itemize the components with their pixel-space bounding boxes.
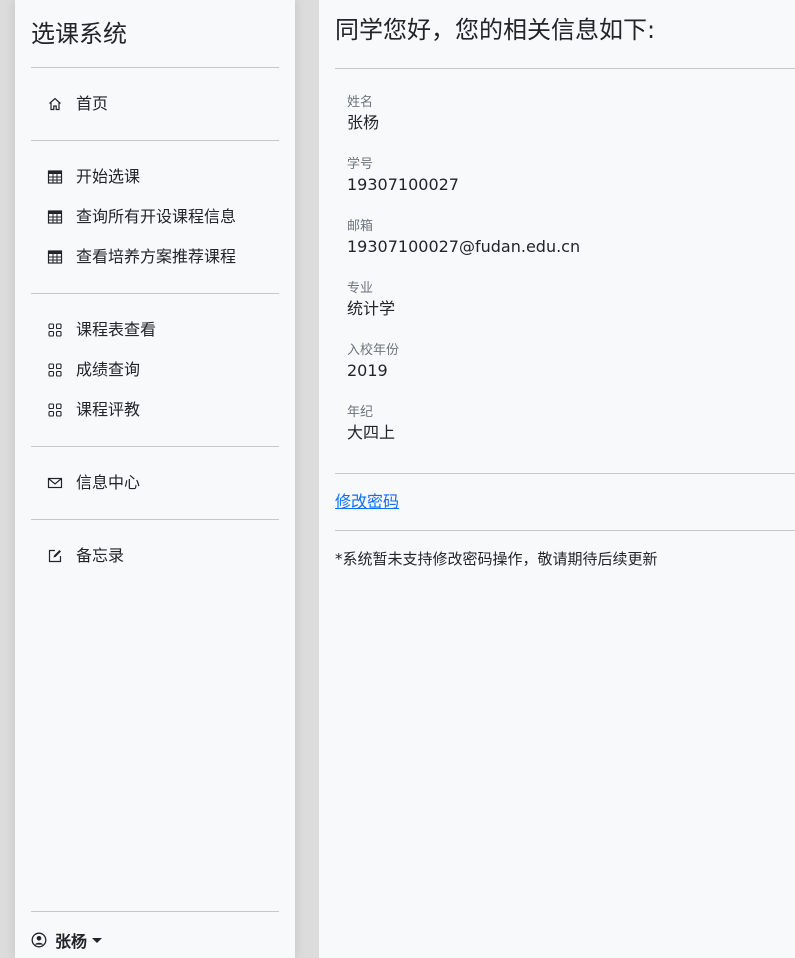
table-icon: [47, 249, 63, 265]
divider: [335, 68, 795, 69]
sidebar: 选课系统 首页 开始选课 查询所有开设课程信息 查看培养方案推荐课程 课程表查看: [15, 0, 295, 958]
nav-label: 首页: [76, 94, 109, 113]
nav-item-memo[interactable]: 备忘录: [31, 538, 279, 574]
field-value-name: 张杨: [347, 113, 380, 132]
caret-down-icon: [92, 937, 103, 943]
user-dropdown[interactable]: 张杨: [31, 925, 103, 955]
nav-item-grades[interactable]: 成绩查询: [31, 352, 279, 388]
envelope-icon: [47, 475, 63, 491]
grid-icon: [47, 402, 63, 418]
nav-label: 备忘录: [76, 546, 125, 565]
grid-icon: [47, 362, 63, 378]
field-value-student-id: 19307100027: [347, 175, 459, 194]
nav-item-timetable[interactable]: 课程表查看: [31, 312, 279, 348]
field-label-enrollment-year: 入校年份: [347, 343, 400, 358]
user-name: 张杨: [55, 932, 88, 951]
app-brand[interactable]: 选课系统: [31, 16, 127, 52]
nav-item-course-evaluation[interactable]: 课程评教: [31, 392, 279, 428]
nav-label: 课程表查看: [76, 320, 157, 339]
nav-label: 信息中心: [76, 473, 141, 492]
field-value-grade: 大四上: [347, 423, 396, 442]
nav-label: 成绩查询: [76, 360, 141, 379]
divider: [31, 911, 279, 912]
nav-label: 查看培养方案推荐课程: [76, 247, 237, 266]
divider: [335, 530, 795, 531]
divider: [31, 446, 279, 447]
field-label-name: 姓名: [347, 95, 374, 110]
field-label-major: 专业: [347, 281, 374, 296]
home-icon: [47, 96, 63, 112]
nav-item-start-selection[interactable]: 开始选课: [31, 159, 279, 195]
divider: [31, 67, 279, 68]
pencil-square-icon: [47, 548, 63, 564]
notice-text: *系统暂未支持修改密码操作，敬请期待后续更新: [335, 550, 658, 568]
nav-item-recommended-courses[interactable]: 查看培养方案推荐课程: [31, 239, 279, 275]
nav-label: 查询所有开设课程信息: [76, 207, 237, 226]
nav-label: 开始选课: [76, 167, 141, 186]
field-label-grade: 年纪: [347, 405, 374, 420]
change-password-link[interactable]: 修改密码: [335, 492, 399, 512]
person-circle-icon: [31, 932, 47, 948]
field-value-enrollment-year: 2019: [347, 361, 388, 380]
nav-item-query-courses[interactable]: 查询所有开设课程信息: [31, 199, 279, 235]
nav-item-message-center[interactable]: 信息中心: [31, 465, 279, 501]
field-value-email: 19307100027@fudan.edu.cn: [347, 237, 581, 256]
nav-label: 课程评教: [76, 400, 141, 419]
grid-icon: [47, 322, 63, 338]
field-label-student-id: 学号: [347, 157, 374, 172]
table-icon: [47, 169, 63, 185]
main-content: 同学您好，您的相关信息如下: 姓名 张杨 学号 19307100027 邮箱 1…: [319, 0, 795, 958]
divider: [31, 519, 279, 520]
divider: [31, 293, 279, 294]
divider: [335, 473, 795, 474]
field-label-email: 邮箱: [347, 219, 374, 234]
field-value-major: 统计学: [347, 299, 396, 318]
page-title: 同学您好，您的相关信息如下:: [335, 16, 656, 44]
nav-item-home[interactable]: 首页: [31, 86, 279, 122]
table-icon: [47, 209, 63, 225]
divider: [31, 140, 279, 141]
